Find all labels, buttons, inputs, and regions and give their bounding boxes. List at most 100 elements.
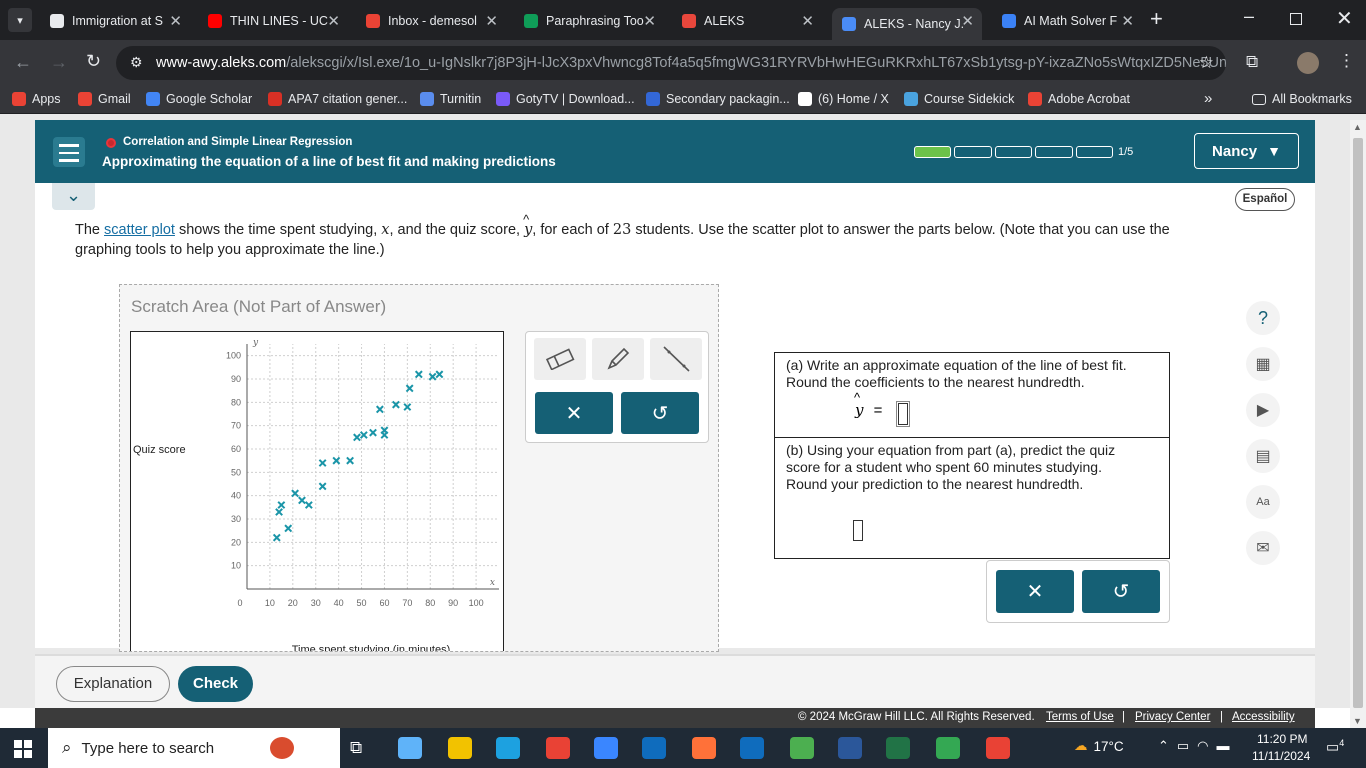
chrome-3-icon[interactable] (986, 737, 1010, 759)
tab-close-icon[interactable]: ✕ (327, 12, 340, 30)
minimize-button[interactable]: – (1244, 6, 1254, 27)
scatter-chart[interactable]: 0 10 20 30 40 50 60 70 80 90 100 10 20 30 40 50 60 70 80 90… (131, 332, 503, 652)
site-info-icon[interactable]: ⚙ (130, 54, 143, 71)
bookmark-star-icon[interactable]: ☆ (1199, 53, 1214, 73)
page-scrollbar[interactable]: ▲ ▼ (1350, 120, 1366, 728)
excel-icon[interactable] (886, 737, 910, 759)
store-icon[interactable] (594, 737, 618, 759)
bookmark-3[interactable]: Google Scholar (146, 92, 252, 106)
tab-close-icon[interactable]: ✕ (485, 12, 498, 30)
data-point (375, 405, 384, 414)
pencil-tool-button[interactable] (592, 338, 644, 380)
tab-search-button[interactable]: ▾ (8, 8, 32, 32)
outlook-icon[interactable] (642, 737, 666, 759)
chrome-icon[interactable] (546, 737, 570, 759)
x-tick-label: 30 (311, 598, 321, 608)
video-icon[interactable]: ▶ (1246, 393, 1280, 427)
profile-avatar[interactable] (1297, 52, 1319, 74)
bookmark-10[interactable]: Adobe Acrobat (1028, 92, 1130, 106)
mail-icon[interactable]: ✉ (1246, 531, 1280, 565)
hamburger-menu-button[interactable] (53, 137, 85, 167)
edge-icon[interactable] (496, 737, 520, 759)
tab-close-icon[interactable]: ✕ (169, 12, 182, 30)
new-tab-button[interactable]: + (1150, 6, 1163, 32)
all-bookmarks[interactable]: All Bookmarks (1252, 92, 1352, 106)
textbook-icon[interactable]: ▤ (1246, 439, 1280, 473)
dictionary-icon[interactable]: Aa (1246, 485, 1280, 519)
notification-icon[interactable]: ▭4 (1326, 738, 1344, 756)
scatter-plot-link[interactable]: scatter plot (104, 222, 175, 238)
data-point (318, 482, 327, 491)
tab-1[interactable]: Immigration at S ✕ (40, 8, 190, 34)
explanation-button[interactable]: Explanation (56, 666, 170, 702)
bookmark-9[interactable]: Course Sidekick (904, 92, 1014, 106)
part-b-input[interactable] (853, 520, 863, 541)
tab-5[interactable]: ALEKS ✕ (672, 8, 822, 34)
bookmark-2[interactable]: Gmail (78, 92, 131, 106)
firefox-icon[interactable] (692, 737, 716, 759)
tab-7[interactable]: AI Math Solver F ✕ (992, 8, 1142, 34)
minecraft-icon[interactable] (790, 737, 814, 759)
privacy-link[interactable]: Privacy Center (1135, 711, 1210, 723)
line-tool-button[interactable] (650, 338, 702, 380)
bookmark-favicon-icon (78, 92, 92, 106)
eraser-tool-button[interactable] (534, 338, 586, 380)
clock-time[interactable]: 11:20 PM (1257, 732, 1307, 746)
bookmark-7[interactable]: Secondary packagin... (646, 92, 790, 106)
tab-3[interactable]: Inbox - demesol ✕ (356, 8, 506, 34)
weather-widget[interactable]: ☁ 17°C (1074, 738, 1124, 754)
tab-4[interactable]: Paraphrasing Too ✕ (514, 8, 664, 34)
clear-answer-button[interactable]: ✕ (996, 570, 1074, 613)
tab-close-icon[interactable]: ✕ (961, 12, 974, 30)
terms-link[interactable]: Terms of Use (1046, 711, 1114, 723)
data-point (346, 456, 354, 465)
user-menu-button[interactable]: Nancy ▼ (1194, 133, 1299, 169)
bookmark-4[interactable]: APA7 citation gener... (268, 92, 407, 106)
scratch-area[interactable]: Scratch Area (Not Part of Answer) 0 10 20 3… (119, 284, 719, 652)
graph-panel[interactable]: 0 10 20 30 40 50 60 70 80 90 100 10 20 30 40 50 60 70 80 90… (130, 331, 504, 652)
part-a-input[interactable] (896, 401, 910, 427)
tab-close-icon[interactable]: ✕ (801, 12, 814, 30)
forward-icon[interactable]: → (50, 52, 68, 73)
flower-widget-icon[interactable] (270, 737, 294, 759)
bookmark-8[interactable]: (6) Home / X (798, 92, 889, 106)
close-window-button[interactable]: ✕ (1336, 6, 1353, 31)
tab-close-icon[interactable]: ✕ (1121, 12, 1134, 30)
url-field[interactable]: ⚙ www-awy.aleks.com/alekscgi/x/Isl.exe/1… (116, 46, 1226, 80)
extensions-icon[interactable]: ⧉ (1246, 52, 1258, 72)
reload-icon[interactable]: ↻ (86, 51, 101, 72)
copyright-bar: © 2024 McGraw Hill LLC. All Rights Reser… (35, 708, 1315, 728)
espanol-button[interactable]: Español (1235, 188, 1295, 211)
y-axis-label: Quiz score (133, 444, 186, 456)
help-icon[interactable]: ? (1246, 301, 1280, 335)
bookmark-1[interactable]: Apps (12, 92, 61, 106)
undo-graph-button[interactable]: ↺ (621, 392, 699, 434)
word-icon[interactable] (838, 737, 862, 759)
bookmark-6[interactable]: GotyTV | Download... (496, 92, 635, 106)
start-button[interactable] (14, 740, 32, 758)
taskbar-search[interactable]: ⌕ Type here to search (48, 728, 340, 768)
back-icon[interactable]: ← (14, 52, 32, 73)
task-view-icon[interactable]: ⧉ (350, 738, 362, 758)
clear-graph-button[interactable]: ✕ (535, 392, 613, 434)
bookmarks-overflow-icon[interactable]: » (1204, 90, 1212, 107)
calculator-icon[interactable]: ▦ (1246, 347, 1280, 381)
collapse-button[interactable]: ⌄ (52, 183, 95, 210)
bookmark-5[interactable]: Turnitin (420, 92, 481, 106)
accessibility-link[interactable]: Accessibility (1232, 711, 1295, 723)
restore-button[interactable] (1290, 13, 1302, 25)
copilot-icon[interactable] (398, 737, 422, 759)
tab-2[interactable]: THIN LINES - UC ✕ (198, 8, 348, 34)
tray-icons[interactable]: ⌃▭◠▬ (1158, 738, 1238, 754)
chrome-2-icon[interactable] (936, 737, 960, 759)
check-button[interactable]: Check (178, 666, 253, 702)
file-explorer-icon[interactable] (448, 737, 472, 759)
tab-close-icon[interactable]: ✕ (643, 12, 656, 30)
outlook-new-icon[interactable] (740, 737, 764, 759)
undo-answer-button[interactable]: ↺ (1082, 570, 1160, 613)
clock-date[interactable]: 11/11/2024 (1252, 749, 1310, 763)
data-point (304, 501, 313, 509)
eraser-icon (545, 348, 575, 370)
menu-icon[interactable]: ⋮ (1338, 51, 1355, 71)
tab-6[interactable]: ALEKS - Nancy J. ✕ (832, 8, 982, 40)
